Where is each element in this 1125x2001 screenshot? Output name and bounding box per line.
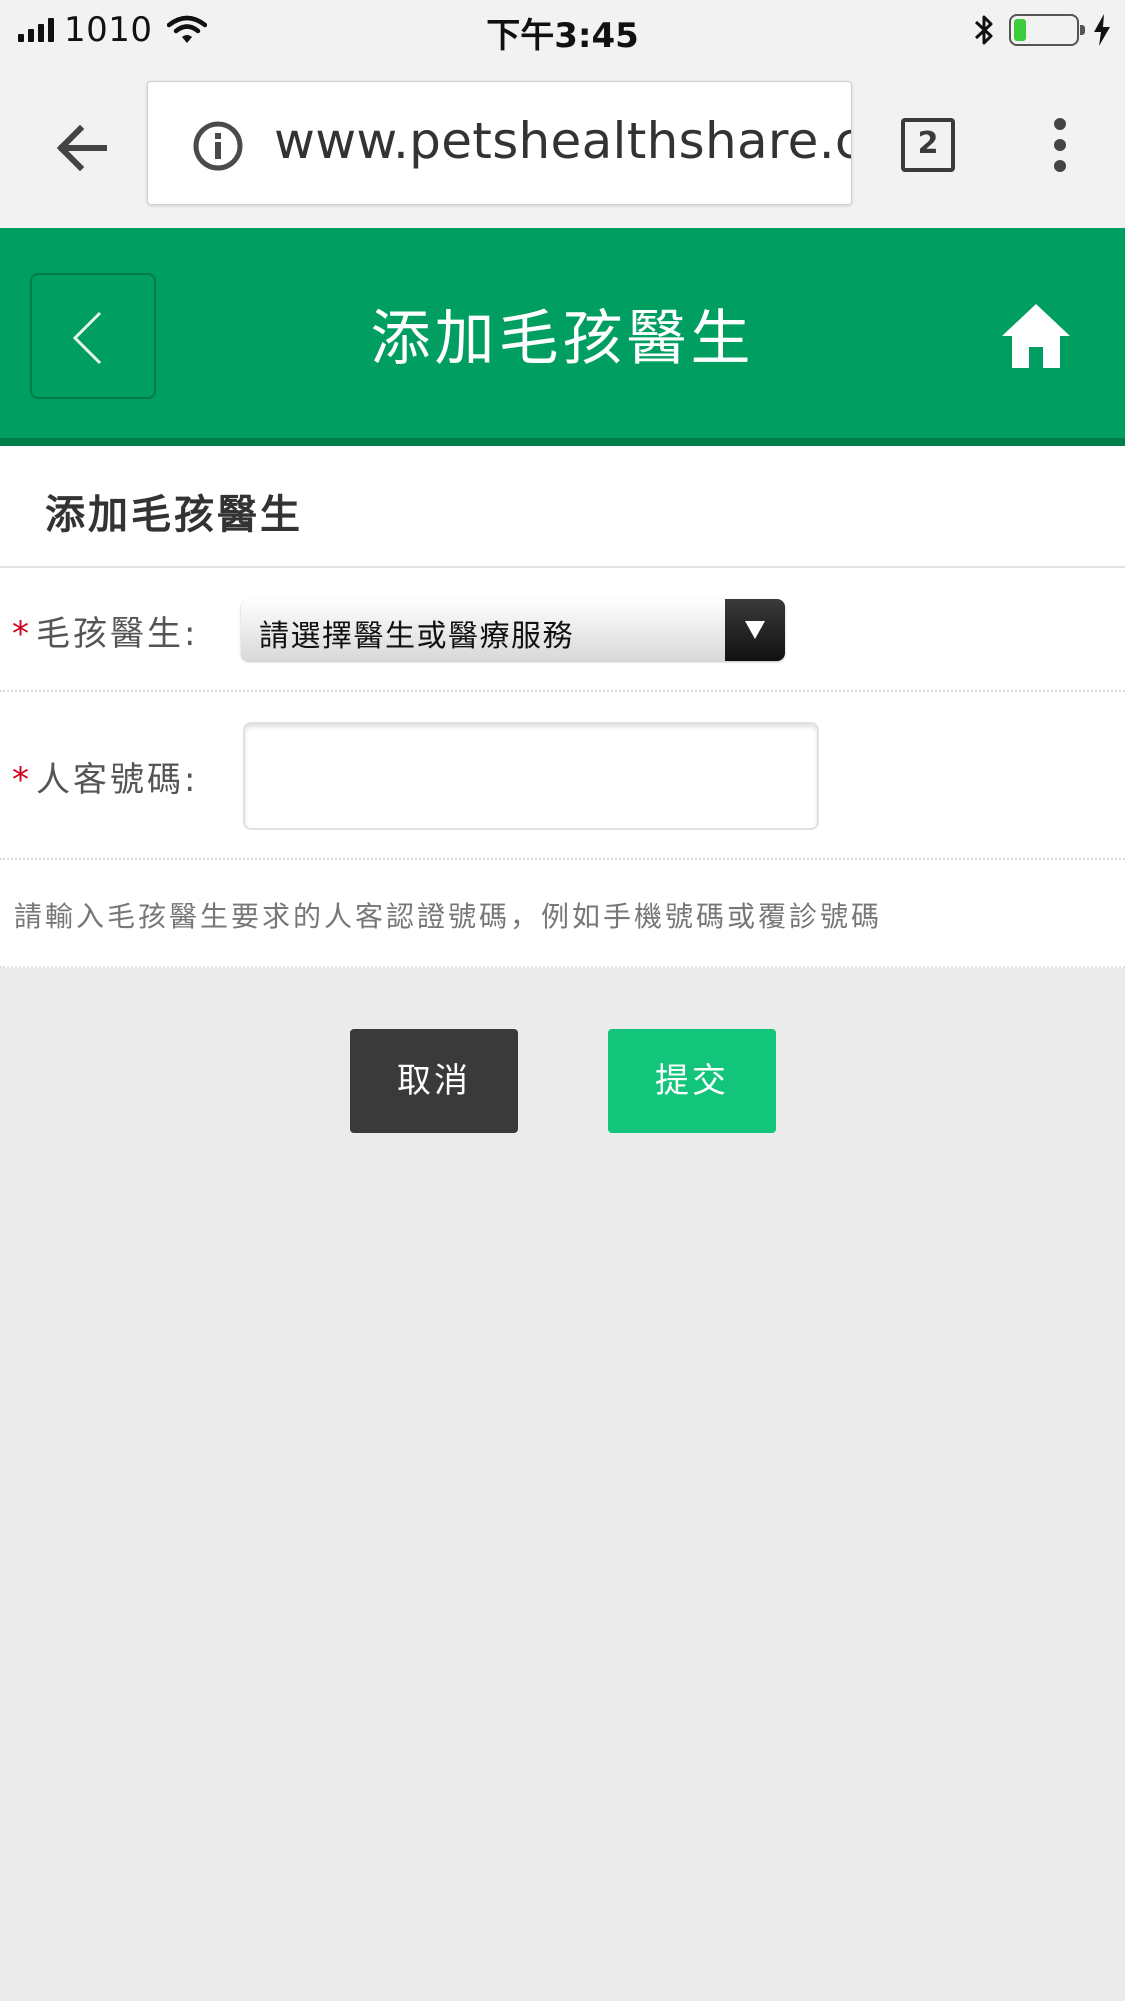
section-title: 添加毛孩醫生	[45, 492, 303, 538]
doctor-select-value: 請選擇醫生或醫療服務	[259, 619, 574, 654]
status-bar: 1010 下午3:45	[0, 0, 1125, 60]
triangle-down-icon	[745, 621, 765, 639]
doctor-field-label: * 毛孩醫生:	[12, 606, 198, 655]
tab-switcher-button[interactable]: 2	[901, 118, 955, 172]
browser-menu-icon[interactable]	[1048, 118, 1072, 178]
home-icon[interactable]	[1000, 300, 1072, 372]
chevron-left-icon	[72, 311, 102, 365]
header-back-button[interactable]	[30, 273, 156, 399]
browser-back-icon[interactable]	[48, 112, 120, 184]
required-mark: *	[12, 760, 32, 800]
hint-text: 請輸入毛孩醫生要求的人客認證號碼，例如手機號碼或覆診號碼	[14, 900, 883, 933]
doctor-field-row: * 毛孩醫生: 請選擇醫生或醫療服務	[0, 568, 1125, 692]
app-header: 添加毛孩醫生	[0, 228, 1125, 446]
page-title: 添加毛孩醫生	[370, 304, 755, 374]
customer-number-input[interactable]	[243, 722, 819, 830]
url-text: www.petshealthshare.com	[274, 112, 851, 170]
cancel-button[interactable]: 取消	[350, 1029, 518, 1133]
info-icon[interactable]	[192, 120, 244, 172]
required-mark: *	[12, 614, 32, 654]
status-time: 下午3:45	[486, 16, 639, 56]
customer-number-row: * 人客號碼:	[0, 692, 1125, 860]
submit-button[interactable]: 提交	[608, 1029, 776, 1133]
status-right	[973, 10, 1111, 50]
charging-icon	[1094, 14, 1110, 46]
section-header: 添加毛孩醫生	[0, 446, 1125, 568]
battery-fill	[1014, 19, 1026, 41]
bluetooth-icon	[974, 15, 993, 45]
url-bar[interactable]: www.petshealthshare.com	[147, 81, 852, 205]
browser-bar: www.petshealthshare.com 2	[0, 60, 1125, 228]
hint-row: 請輸入毛孩醫生要求的人客認證號碼，例如手機號碼或覆診號碼	[0, 860, 1125, 968]
doctor-label-text: 毛孩醫生:	[36, 614, 199, 654]
customer-number-label-text: 人客號碼:	[36, 760, 199, 800]
select-arrow-button[interactable]	[725, 599, 785, 661]
doctor-select[interactable]: 請選擇醫生或醫療服務	[241, 599, 785, 661]
battery-icon	[1009, 14, 1085, 46]
customer-number-label: * 人客號碼:	[12, 752, 198, 801]
